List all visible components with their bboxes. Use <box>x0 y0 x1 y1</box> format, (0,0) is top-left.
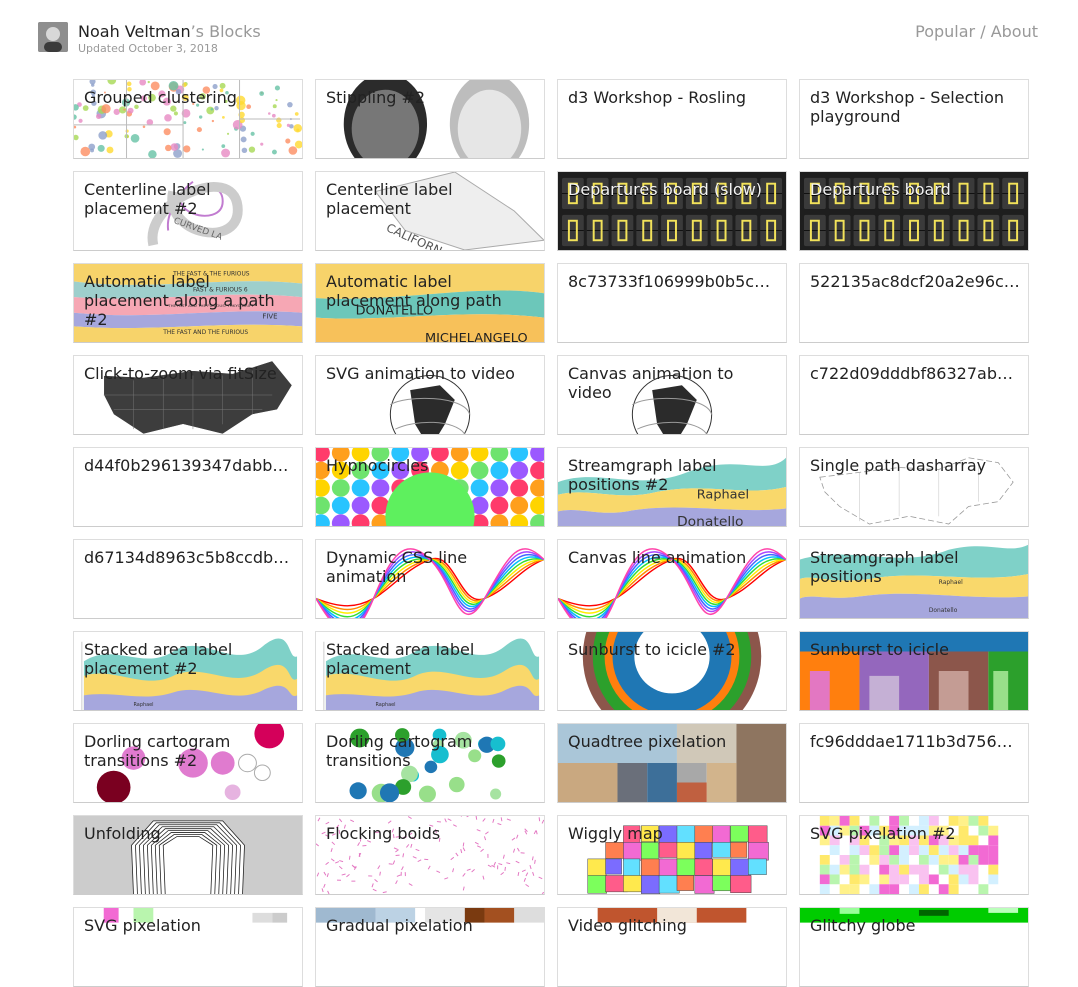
block-card[interactable]: fc96dddae1711b3d756… <box>799 723 1029 803</box>
svg-text:Donatello: Donatello <box>929 608 958 614</box>
block-title: Canvas line animation <box>568 548 778 567</box>
block-title: Wiggly map <box>568 824 778 843</box>
block-card[interactable]: d3 Workshop - Rosling <box>557 79 787 159</box>
block-title: Stacked area label placement #2 <box>84 640 294 678</box>
block-card[interactable]: Video glitching <box>557 907 787 987</box>
svg-text:MICHELANGELO: MICHELANGELO <box>425 331 528 342</box>
block-card[interactable]: d44f0b296139347dabb… <box>73 447 303 527</box>
block-card[interactable]: Grouped clustering <box>73 79 303 159</box>
block-title: Automatic label placement along path <box>326 272 536 310</box>
updated-date: Updated October 3, 2018 <box>78 42 218 55</box>
block-title: Grouped clustering <box>84 88 294 107</box>
block-card[interactable]: THE FAST & THE FURIOUS FAST & FURIOUS 6 … <box>73 263 303 343</box>
block-card[interactable]: Dorling cartogram transitions <box>315 723 545 803</box>
block-card[interactable]: Gradual pixelation <box>315 907 545 987</box>
block-title: Streamgraph label positions <box>810 548 1020 586</box>
block-card[interactable]: Unfolding <box>73 815 303 895</box>
block-card[interactable]: Raphael Stacked area label placement <box>315 631 545 711</box>
block-title: Stippling #2 <box>326 88 536 107</box>
block-title: Dorling cartogram transitions #2 <box>84 732 294 770</box>
block-title: d44f0b296139347dabb… <box>84 456 294 475</box>
block-card[interactable]: Click-to-zoom via fitSize <box>73 355 303 435</box>
owner-suffix: ’s Blocks <box>191 22 261 41</box>
nav-separator: / <box>975 22 991 41</box>
block-title: Departures board (slow) <box>568 180 778 199</box>
block-card[interactable]: Wiggly map <box>557 815 787 895</box>
block-title: fc96dddae1711b3d756… <box>810 732 1020 751</box>
block-title: Dorling cartogram transitions <box>326 732 536 770</box>
svg-text:Raphael: Raphael <box>133 702 153 708</box>
block-title: Centerline label placement #2 <box>84 180 294 218</box>
block-card[interactable]: Quadtree pixelation <box>557 723 787 803</box>
block-title: c722d09dddbf86327ab… <box>810 364 1020 383</box>
block-title: Centerline label placement <box>326 180 536 218</box>
block-title: Click-to-zoom via fitSize <box>84 364 294 383</box>
block-card[interactable]: d3 Workshop - Selection playground <box>799 79 1029 159</box>
block-card[interactable]: Dorling cartogram transitions #2 <box>73 723 303 803</box>
block-title: Dynamic CSS line animation <box>326 548 536 586</box>
block-title: Automatic label placement along a path #… <box>84 272 294 329</box>
block-card[interactable]: Canvas line animation <box>557 539 787 619</box>
block-card[interactable]: CALIFORNCenterline label placement <box>315 171 545 251</box>
block-card[interactable]: Raphael DonatelloStreamgraph label posit… <box>557 447 787 527</box>
block-title: SVG animation to video <box>326 364 536 383</box>
block-card[interactable]: Sunburst to icicle <box>799 631 1029 711</box>
block-title: Streamgraph label positions #2 <box>568 456 778 494</box>
nav-about-link[interactable]: About <box>991 22 1038 41</box>
block-title: 522135ac8dcf20a2e96c… <box>810 272 1020 291</box>
block-card[interactable]: c722d09dddbf86327ab… <box>799 355 1029 435</box>
block-card[interactable]: SVG pixelation #2 <box>799 815 1029 895</box>
top-nav: Popular / About <box>915 22 1038 42</box>
block-card[interactable]: Canvas animation to video <box>557 355 787 435</box>
svg-text:Donatello: Donatello <box>677 514 744 526</box>
block-card[interactable]: Departures board (slow) <box>557 171 787 251</box>
block-title: SVG pixelation #2 <box>810 824 1020 843</box>
page-title: Noah Veltman’s Blocks <box>78 22 261 42</box>
block-card[interactable]: CURVED LACenterline label placement #2 <box>73 171 303 251</box>
block-card[interactable]: Dynamic CSS line animation <box>315 539 545 619</box>
block-card[interactable]: Raphael Stacked area label placement #2 <box>73 631 303 711</box>
block-title: Canvas animation to video <box>568 364 778 402</box>
block-card[interactable]: Departures board <box>799 171 1029 251</box>
block-card[interactable]: Raphael DonatelloStreamgraph label posit… <box>799 539 1029 619</box>
block-title: 8c73733f106999b0b5c6… <box>568 272 778 291</box>
block-card[interactable]: 522135ac8dcf20a2e96c… <box>799 263 1029 343</box>
block-card[interactable]: SVG animation to video <box>315 355 545 435</box>
block-title: Departures board <box>810 180 1020 199</box>
block-card[interactable]: Single path dasharray <box>799 447 1029 527</box>
block-title: Quadtree pixelation <box>568 732 778 751</box>
block-title: Sunburst to icicle #2 <box>568 640 778 659</box>
svg-text:Raphael: Raphael <box>375 702 395 708</box>
block-card[interactable]: 8c73733f106999b0b5c6… <box>557 263 787 343</box>
block-title: Stacked area label placement <box>326 640 536 678</box>
block-title: Flocking boids <box>326 824 536 843</box>
block-card[interactable]: Stippling #2 <box>315 79 545 159</box>
block-title: d3 Workshop - Rosling <box>568 88 778 107</box>
block-title: d67134d8963c5b8ccdb… <box>84 548 294 567</box>
svg-text:THE FAST AND THE FURIOUS: THE FAST AND THE FURIOUS <box>162 330 248 336</box>
block-card[interactable]: DONATELLO MICHELANGELOAutomatic label pl… <box>315 263 545 343</box>
block-title: Hypnocircles <box>326 456 536 475</box>
owner-name[interactable]: Noah Veltman <box>78 22 191 41</box>
block-card[interactable]: SVG pixelation <box>73 907 303 987</box>
block-title: d3 Workshop - Selection playground <box>810 88 1020 126</box>
block-title: Single path dasharray <box>810 456 1020 475</box>
avatar[interactable] <box>38 22 68 52</box>
block-title: Unfolding <box>84 824 294 843</box>
avatar-image <box>38 22 68 52</box>
block-card[interactable]: Flocking boids <box>315 815 545 895</box>
block-card[interactable]: d67134d8963c5b8ccdb… <box>73 539 303 619</box>
block-card[interactable]: Hypnocircles <box>315 447 545 527</box>
block-card[interactable]: Sunburst to icicle #2 <box>557 631 787 711</box>
nav-popular-link[interactable]: Popular <box>915 22 975 41</box>
page-header: Noah Veltman’s Blocks Updated October 3,… <box>38 22 1038 62</box>
block-card[interactable]: Glitchy globe <box>799 907 1029 987</box>
block-title: Sunburst to icicle <box>810 640 1020 659</box>
